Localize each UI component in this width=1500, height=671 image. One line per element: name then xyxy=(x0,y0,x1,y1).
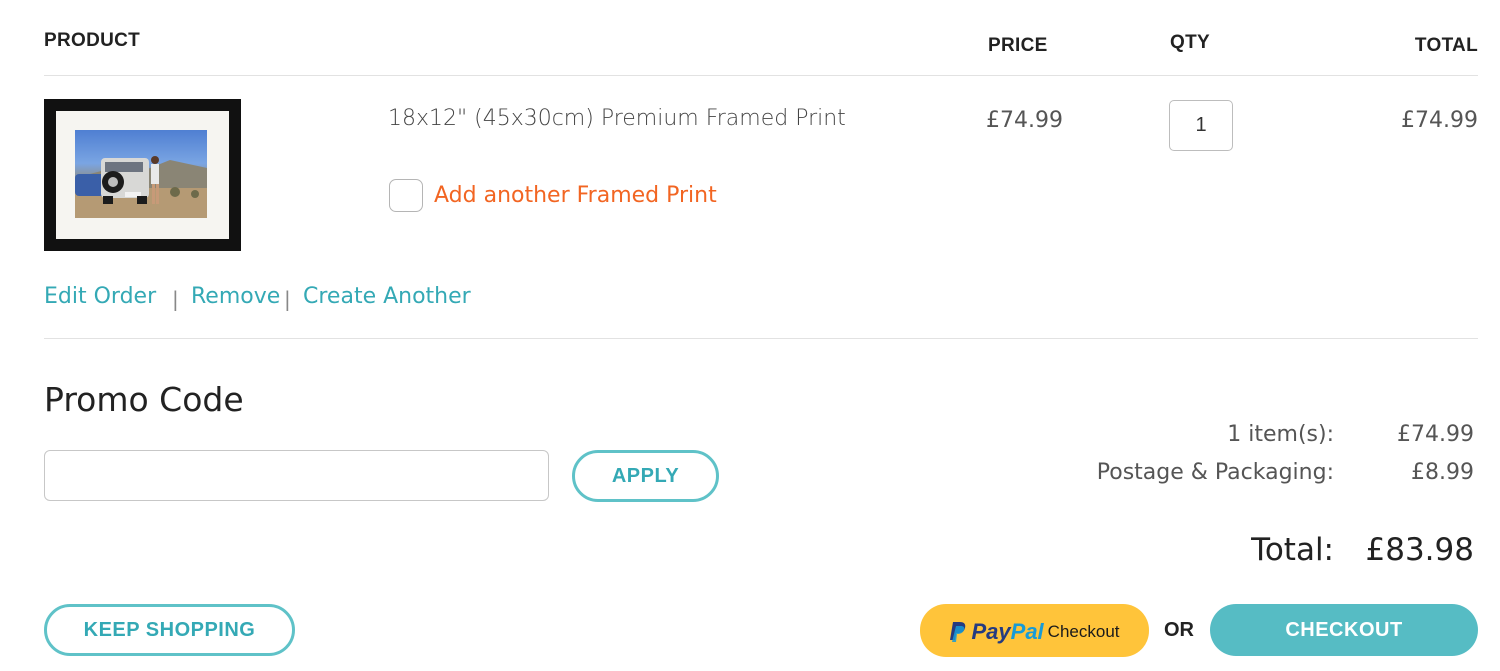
items-count-label: 1 item(s): xyxy=(1227,422,1334,447)
column-header-total: TOTAL xyxy=(1414,35,1478,56)
column-header-product: PRODUCT xyxy=(44,30,141,51)
product-price: £74.99 xyxy=(986,108,1063,133)
or-separator: OR xyxy=(1164,619,1194,641)
link-separator: | xyxy=(172,287,179,311)
paypal-checkout-text: Checkout xyxy=(1047,622,1120,641)
items-subtotal: £74.99 xyxy=(1397,422,1474,447)
grand-total-value: £83.98 xyxy=(1365,532,1474,568)
add-another-checkbox[interactable] xyxy=(389,179,423,212)
add-another-label[interactable]: Add another Framed Print xyxy=(434,183,717,208)
create-another-link[interactable]: Create Another xyxy=(303,284,471,309)
line-total: £74.99 xyxy=(1401,108,1478,133)
link-separator: | xyxy=(284,287,291,311)
postage-value: £8.99 xyxy=(1411,460,1474,485)
grand-total-label: Total: xyxy=(1251,532,1334,568)
apply-button[interactable]: APPLY xyxy=(572,450,719,502)
paypal-wordmark: PayPal xyxy=(971,619,1044,644)
column-header-price: PRICE xyxy=(988,35,1048,56)
header-divider xyxy=(44,75,1478,76)
checkout-button[interactable]: CHECKOUT xyxy=(1210,604,1478,656)
edit-order-link[interactable]: Edit Order xyxy=(44,284,156,309)
photo-scene xyxy=(75,156,207,218)
postage-label: Postage & Packaging: xyxy=(1096,460,1334,485)
quantity-input[interactable]: 1 xyxy=(1169,100,1233,151)
remove-link[interactable]: Remove xyxy=(191,284,280,309)
column-header-qty: QTY xyxy=(1170,32,1210,53)
paypal-logo-icon xyxy=(950,621,966,642)
section-divider xyxy=(44,338,1478,339)
keep-shopping-button[interactable]: KEEP SHOPPING xyxy=(44,604,295,656)
promo-code-title: Promo Code xyxy=(44,380,244,419)
product-name: 18x12" (45x30cm) Premium Framed Print xyxy=(388,106,846,131)
promo-code-input[interactable] xyxy=(44,450,549,501)
print-photo xyxy=(75,130,207,218)
product-thumbnail xyxy=(44,99,241,251)
paypal-checkout-button[interactable]: PayPal Checkout xyxy=(920,604,1149,657)
